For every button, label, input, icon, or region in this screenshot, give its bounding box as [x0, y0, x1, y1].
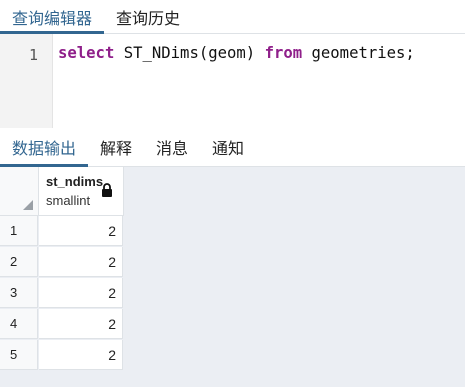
code-table-name: geometries;	[302, 44, 415, 62]
column-type: smallint	[46, 193, 91, 208]
table-row: 2 2	[0, 247, 124, 278]
select-all-corner[interactable]	[0, 167, 39, 216]
code-function-call: ST_NDims(geom)	[114, 44, 265, 62]
column-header-st-ndims[interactable]: st_ndims smallint	[39, 167, 124, 216]
code-line[interactable]: select ST_NDims(geom) from geometries;	[58, 44, 415, 62]
cell-st-ndims[interactable]: 2	[39, 309, 123, 339]
tab-query-editor[interactable]: 查询编辑器	[0, 0, 105, 34]
sql-editor[interactable]: 1 select ST_NDims(geom) from geometries;	[0, 34, 465, 128]
query-tab-bar: 查询编辑器 查询历史	[0, 0, 465, 34]
row-number[interactable]: 5	[0, 340, 38, 370]
row-number[interactable]: 1	[0, 216, 38, 246]
lock-icon	[102, 183, 112, 197]
tab-query-history[interactable]: 查询历史	[104, 0, 192, 33]
data-output-grid: st_ndims smallint 1 2 2 2 3 2 4 2 5 2	[0, 167, 465, 387]
result-tab-bar: 数据输出 解释 消息 通知	[0, 128, 465, 167]
row-number[interactable]: 2	[0, 247, 38, 277]
row-number[interactable]: 3	[0, 278, 38, 308]
keyword-from: from	[264, 44, 303, 62]
cell-st-ndims[interactable]: 2	[39, 216, 123, 246]
tab-data-output[interactable]: 数据输出	[0, 128, 89, 167]
tab-messages[interactable]: 消息	[144, 128, 200, 166]
table-row: 5 2	[0, 340, 124, 371]
cell-st-ndims[interactable]: 2	[39, 278, 123, 308]
keyword-select: select	[58, 44, 115, 62]
cell-st-ndims[interactable]: 2	[39, 340, 123, 370]
line-number: 1	[28, 46, 38, 64]
column-name: st_ndims	[46, 174, 104, 189]
row-number[interactable]: 4	[0, 309, 38, 339]
cell-st-ndims[interactable]: 2	[39, 247, 123, 277]
table-row: 1 2	[0, 216, 124, 247]
table-row: 3 2	[0, 278, 124, 309]
table-row: 4 2	[0, 309, 124, 340]
corner-triangle-icon	[23, 200, 33, 210]
line-number-gutter: 1	[0, 34, 53, 128]
tab-notifications[interactable]: 通知	[200, 128, 256, 166]
tab-explain[interactable]: 解释	[88, 128, 144, 166]
